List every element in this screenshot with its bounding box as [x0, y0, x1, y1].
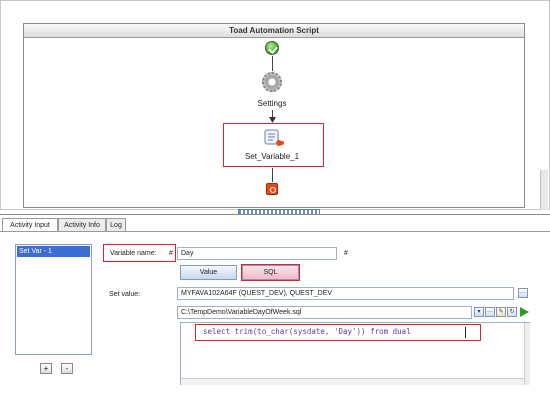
script-title: Toad Automation Script — [24, 24, 524, 38]
edit-icon[interactable]: ✎ — [496, 307, 506, 317]
remove-button[interactable]: - — [61, 363, 73, 374]
list-item[interactable]: Set Var - 1 — [17, 246, 90, 257]
browse-button[interactable]: ··· — [485, 307, 495, 317]
run-play-icon[interactable] — [519, 307, 529, 317]
tab-activity-info[interactable]: Activity Info — [58, 218, 106, 232]
activity-tabs: Activity Input Activity Info Log — [0, 218, 550, 233]
script-scroll-icon — [264, 129, 284, 146]
variable-name-input[interactable]: Day — [177, 247, 337, 260]
sql-highlight — [195, 324, 481, 341]
text-cursor — [465, 327, 466, 338]
set-value-label: Set value: — [109, 291, 141, 298]
dropdown-chevron-icon[interactable]: ▾ — [474, 307, 484, 317]
sql-toggle-highlight — [241, 264, 300, 281]
editor-horizontal-scrollbar[interactable] — [181, 378, 524, 385]
variable-name-label: Variable name: — [110, 250, 157, 257]
tab-log[interactable]: Log — [106, 218, 126, 232]
variable-prefix-hash: # — [169, 250, 173, 257]
connector-line — [272, 56, 273, 71]
canvas-scrollbar[interactable] — [540, 170, 548, 210]
connection-field[interactable]: MYFAVA102A64F (QUEST_DEV), QUEST_DEV — [177, 287, 514, 300]
stop-icon[interactable] — [266, 183, 278, 195]
refresh-icon[interactable]: ↻ — [507, 307, 517, 317]
start-check-icon[interactable] — [265, 41, 279, 55]
value-toggle-button[interactable]: Value — [180, 265, 237, 280]
sql-file-path-input[interactable]: C:\TempDemo\VariableDayOfWeek.sql — [177, 306, 472, 319]
editor-vertical-scrollbar[interactable] — [524, 323, 530, 385]
add-button[interactable]: + — [40, 363, 52, 374]
gear-icon[interactable] — [262, 72, 282, 92]
more-options-button[interactable]: ··· — [518, 288, 528, 298]
activity-list[interactable]: Set Var - 1 — [15, 244, 92, 355]
variable-suffix-hash: # — [344, 250, 348, 257]
set-variable-node-label: Set_Variable_1 — [244, 152, 300, 161]
settings-node-label: Settings — [257, 99, 287, 108]
panel-divider — [0, 214, 550, 215]
connector-line — [272, 168, 273, 182]
